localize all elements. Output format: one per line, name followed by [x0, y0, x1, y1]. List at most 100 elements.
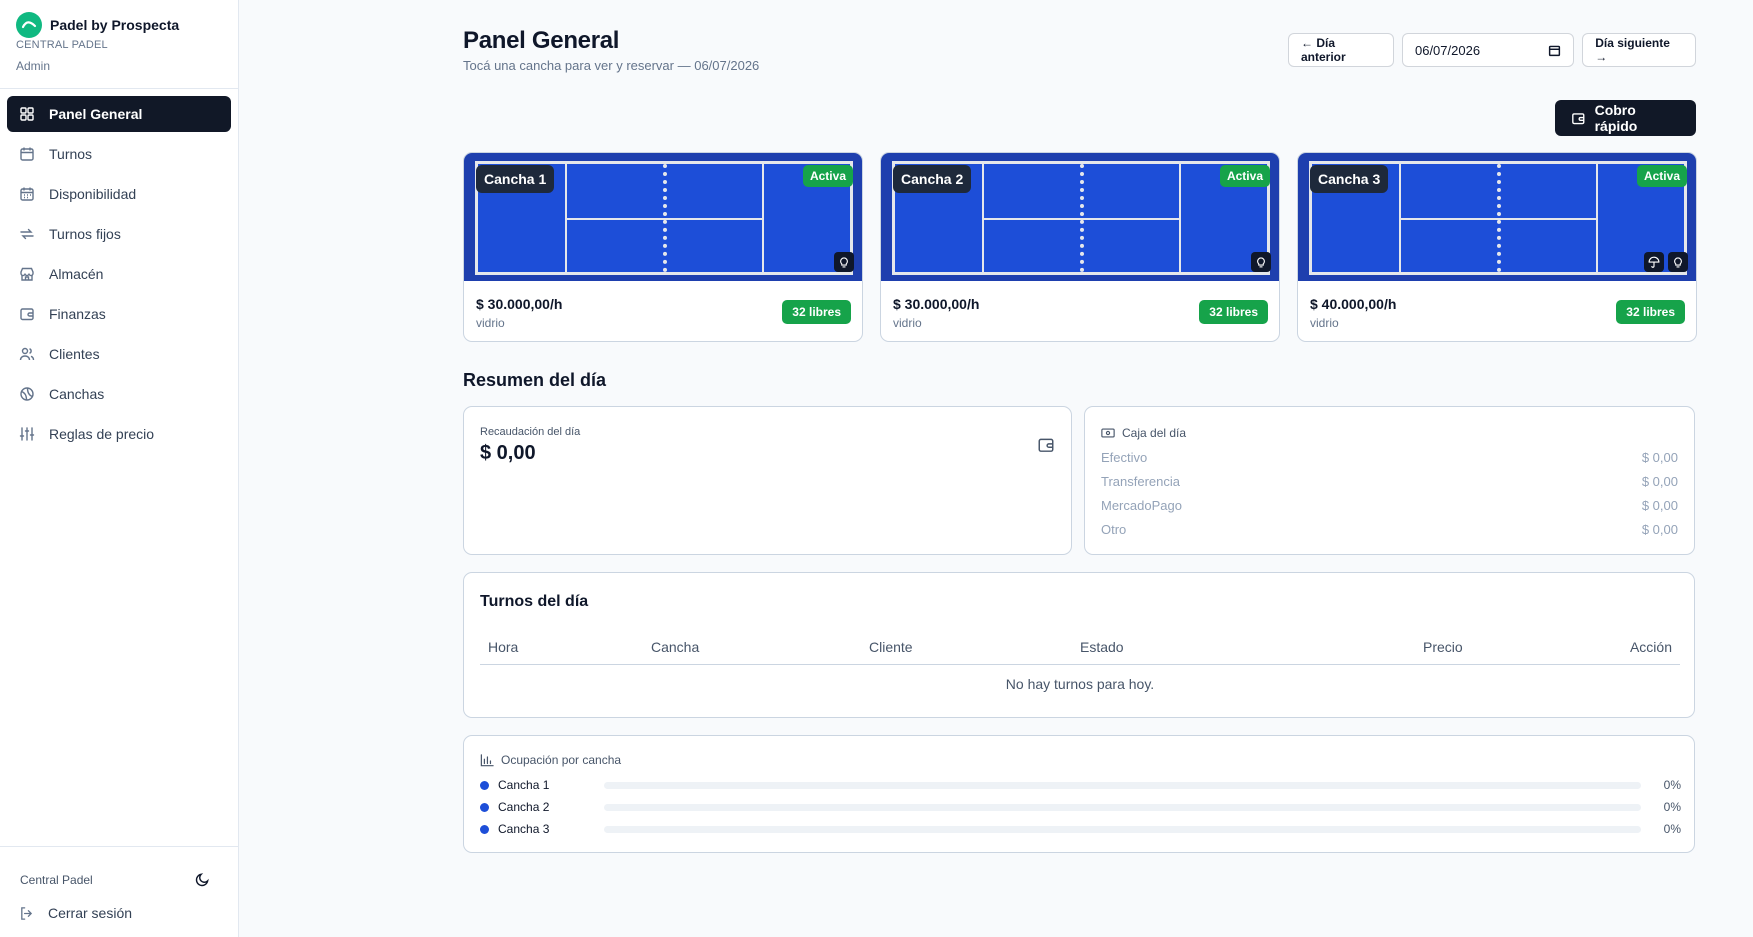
- page-subtitle: Tocá una cancha para ver y reservar — 06…: [463, 58, 760, 73]
- calendar-icon: [20, 147, 34, 161]
- sliders-icon: [19, 427, 35, 441]
- date-value: 06/07/2026: [1414, 42, 1481, 58]
- court-type: vidrio: [893, 316, 922, 330]
- court-name: Cancha 2: [893, 165, 972, 193]
- sidebar-item-turnos-fijos[interactable]: Turnos fijos: [7, 216, 231, 252]
- sidebar-item-label: Reglas de precio: [49, 426, 155, 442]
- court-field: Cancha 2 Activa: [881, 153, 1279, 281]
- court-card[interactable]: Cancha 1 Activa $ 30.000,00/h vidrio 32 …: [463, 152, 863, 342]
- next-day-button[interactable]: Día siguiente →: [1582, 33, 1697, 67]
- court-field: Cancha 3 Activa: [1298, 153, 1696, 281]
- quick-charge-label: Cobro rápido: [1594, 102, 1638, 134]
- sidebar-item-panel-general[interactable]: Panel General: [7, 96, 231, 132]
- court-card[interactable]: Cancha 3 Activa $ 40.000,00/h vidrio 32 …: [1297, 152, 1697, 342]
- cash-row-label: Transferencia: [1101, 474, 1180, 489]
- lightbulb-icon: [1668, 252, 1688, 272]
- footer-club-name: Central Padel: [20, 873, 93, 887]
- sidebar-item-label: Disponibilidad: [49, 186, 137, 202]
- sidebar-item-label: Almacén: [49, 266, 104, 282]
- occupancy-percent: 0%: [1663, 800, 1681, 814]
- cash-row-label: Otro: [1101, 522, 1127, 537]
- cash-row-value: $ 0,00: [1641, 498, 1678, 513]
- occupancy-bar: [604, 781, 1641, 789]
- court-price: $ 40.000,00/h: [1310, 296, 1397, 312]
- court-dot: [480, 802, 489, 812]
- cash-row-value: $ 0,00: [1641, 474, 1678, 489]
- free-slots-badge: 32 libres: [782, 300, 851, 324]
- cash-row: MercadoPago $ 0,00: [1101, 495, 1678, 519]
- sidebar-item-clientes[interactable]: Clientes: [7, 336, 231, 372]
- brand-block: Padel by Prospecta CENTRAL PADEL Admin: [0, 0, 238, 89]
- brand-name: Padel by Prospecta: [50, 17, 180, 33]
- occupancy-percent: 0%: [1663, 778, 1681, 792]
- status-badge: Activa: [802, 165, 853, 187]
- occupancy-row: Cancha 2 0%: [480, 796, 1681, 818]
- sidebar-item-reglas-de-precio[interactable]: Reglas de precio: [7, 416, 231, 452]
- sidebar-item-label: Finanzas: [49, 306, 106, 322]
- date-input[interactable]: 06/07/2026: [1401, 33, 1575, 67]
- occupancy-row: Cancha 3 0%: [480, 818, 1681, 840]
- court-field: Cancha 1 Activa: [464, 153, 862, 281]
- ball-icon: [20, 387, 34, 401]
- occupancy-card: Ocupación por cancha Cancha 1 0% Cancha …: [463, 735, 1695, 853]
- free-slots-badge: 32 libres: [1616, 300, 1685, 324]
- bookings-title: Turnos del día: [480, 593, 589, 610]
- bar-chart-icon: [480, 753, 494, 766]
- sidebar-footer: Central Padel Cerrar sesión: [0, 846, 239, 937]
- occupancy-court-name: Cancha 3: [498, 822, 550, 836]
- court-type: vidrio: [476, 316, 505, 330]
- sidebar-item-canchas[interactable]: Canchas: [7, 376, 231, 412]
- column-header: Hora: [488, 639, 519, 655]
- grid-icon: [20, 107, 34, 121]
- user-role: Admin: [16, 59, 51, 73]
- cash-row-label: Efectivo: [1101, 450, 1148, 465]
- collection-card: Recaudación del día $ 0,00: [463, 406, 1072, 555]
- bookings-card: Turnos del día Hora Cancha Cliente Estad…: [463, 572, 1695, 718]
- sidebar-item-label: Canchas: [49, 386, 105, 402]
- court-price: $ 30.000,00/h: [893, 296, 980, 312]
- calendar-days-icon: [20, 187, 34, 201]
- sidebar-item-disponibilidad[interactable]: Disponibilidad: [7, 176, 231, 212]
- column-header: Cancha: [651, 639, 700, 655]
- logout-icon: [21, 906, 33, 920]
- calendar-icon[interactable]: [1548, 44, 1561, 57]
- court-card[interactable]: Cancha 2 Activa $ 30.000,00/h vidrio 32 …: [880, 152, 1280, 342]
- brand-club: CENTRAL PADEL: [16, 39, 108, 51]
- lightbulb-icon: [1251, 252, 1271, 272]
- moon-icon[interactable]: [192, 869, 212, 889]
- sidebar-item-label: Clientes: [49, 346, 100, 362]
- cash-card: Caja del día Efectivo $ 0,00 Transferenci…: [1084, 406, 1695, 555]
- occupancy-percent: 0%: [1663, 822, 1681, 836]
- occupancy-bar: [604, 825, 1641, 833]
- sidebar-item-almacen[interactable]: Almacén: [7, 256, 231, 292]
- column-header: Acción: [1629, 639, 1672, 655]
- bookings-table-header: Hora Cancha Cliente Estado Precio Acción: [480, 629, 1680, 665]
- court-name: Cancha 1: [476, 165, 555, 193]
- sidebar-item-turnos[interactable]: Turnos: [7, 136, 231, 172]
- logout-button[interactable]: Cerrar sesión: [19, 905, 132, 921]
- collection-label: Recaudación del día: [480, 426, 581, 438]
- court-name: Cancha 3: [1310, 165, 1389, 193]
- repeat-icon: [20, 228, 34, 240]
- quick-charge-button[interactable]: Cobro rápido: [1555, 100, 1696, 136]
- store-icon: [20, 267, 34, 281]
- padel-logo-icon: [16, 12, 42, 38]
- sidebar: Padel by Prospecta CENTRAL PADEL Admin P…: [0, 0, 239, 937]
- court-dot: [480, 824, 489, 834]
- collection-value: $ 0,00: [480, 442, 536, 464]
- lightbulb-icon: [834, 252, 854, 272]
- occupancy-row: Cancha 1 0%: [480, 774, 1681, 796]
- umbrella-icon: [1644, 252, 1664, 272]
- cash-row: Efectivo $ 0,00: [1101, 447, 1678, 471]
- sidebar-item-finanzas[interactable]: Finanzas: [7, 296, 231, 332]
- sidebar-item-label: Turnos fijos: [49, 226, 121, 242]
- occupancy-court-name: Cancha 2: [498, 800, 550, 814]
- prev-day-button[interactable]: ← Día anterior: [1288, 33, 1394, 67]
- cash-title: Caja del día: [1122, 426, 1187, 440]
- court-cards: Cancha 1 Activa $ 30.000,00/h vidrio 32 …: [463, 152, 1697, 342]
- status-badge: Activa: [1636, 165, 1687, 187]
- sidebar-nav: Panel General Turnos Disponibilidad Turn…: [0, 89, 238, 452]
- logout-label: Cerrar sesión: [48, 905, 133, 921]
- occupancy-title: Ocupación por cancha: [501, 753, 622, 767]
- cash-row: Transferencia $ 0,00: [1101, 471, 1678, 495]
